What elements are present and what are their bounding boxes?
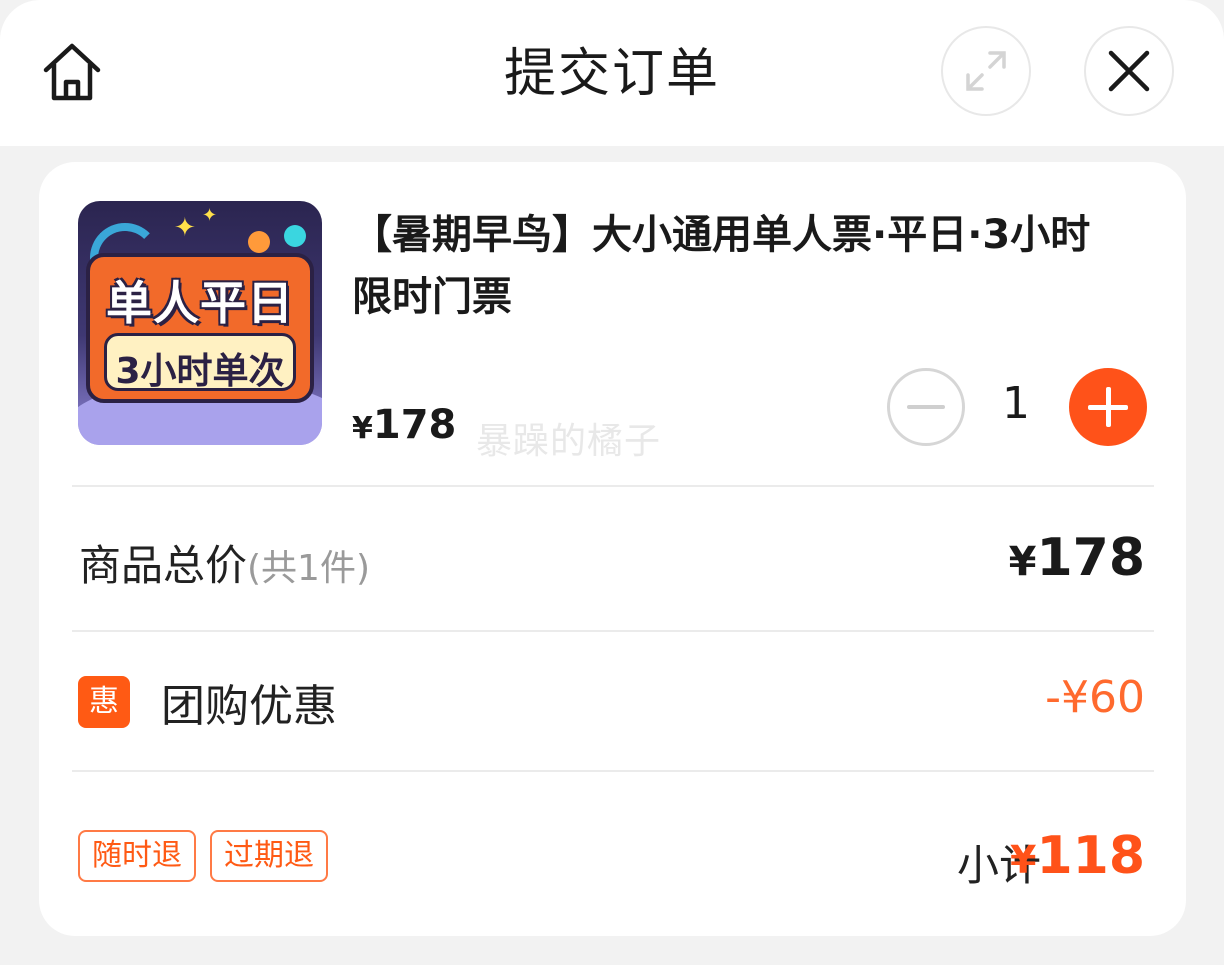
product-name[interactable]: 【暑期早鸟】大小通用单人票·平日·3小时限时门票 — [352, 204, 1112, 328]
thumbnail-line1: 单人平日 — [106, 276, 294, 330]
quantity-decrease-button[interactable] — [887, 368, 965, 446]
product-price-value: 178 — [372, 402, 457, 448]
thumbnail-line2: 3小时单次 — [115, 351, 285, 392]
total-price-value: ¥178 — [1009, 528, 1145, 588]
total-price-label: 商品总价(共1件) — [79, 532, 370, 593]
divider — [72, 630, 1154, 632]
watermark: 暴躁的橘子 — [476, 421, 662, 462]
divider — [72, 485, 1154, 487]
close-button[interactable] — [1084, 26, 1174, 116]
quantity-value: 1 — [1002, 378, 1030, 429]
quantity-increase-button[interactable] — [1069, 368, 1147, 446]
refund-anytime-tag: 随时退 — [78, 830, 196, 882]
splash-decoration — [248, 231, 270, 253]
total-value-number: 178 — [1036, 528, 1145, 588]
currency-symbol: ¥ — [1008, 539, 1037, 585]
order-page: 提交订单 ✦ ✦ 单人平日 3小时单次 【暑期早鸟】大小通用单人票·平日·3小时… — [0, 0, 1224, 965]
product-thumbnail[interactable]: ✦ ✦ 单人平日 3小时单次 — [78, 201, 322, 445]
thumbnail-panel: 单人平日 3小时单次 — [86, 253, 314, 403]
sparkle-icon: ✦ — [174, 213, 196, 243]
subtotal-number: 118 — [1036, 826, 1145, 886]
subtotal-value: ¥118 — [1010, 826, 1145, 886]
discount-label: 团购优惠 — [161, 681, 337, 732]
sparkle-icon: ✦ — [202, 205, 218, 226]
currency-symbol: ¥ — [1010, 838, 1037, 882]
item-count: (共1件) — [247, 548, 371, 589]
splash-decoration — [284, 225, 306, 247]
divider — [72, 770, 1154, 772]
discount-icon: 惠 — [78, 676, 130, 728]
expand-icon — [966, 51, 1006, 91]
minus-icon — [907, 405, 945, 409]
expand-button[interactable] — [941, 26, 1031, 116]
refund-expired-tag: 过期退 — [210, 830, 328, 882]
discount-value: -¥60 — [1045, 672, 1145, 723]
product-price: ¥178 — [352, 402, 456, 448]
header: 提交订单 — [0, 0, 1224, 146]
order-card: ✦ ✦ 单人平日 3小时单次 【暑期早鸟】大小通用单人票·平日·3小时限时门票 … — [39, 162, 1186, 936]
total-label-text: 商品总价 — [79, 541, 248, 590]
currency-symbol: ¥ — [352, 411, 373, 446]
thumbnail-badge: 3小时单次 — [104, 333, 296, 392]
close-icon — [1108, 50, 1150, 92]
page-title: 提交订单 — [503, 44, 720, 104]
